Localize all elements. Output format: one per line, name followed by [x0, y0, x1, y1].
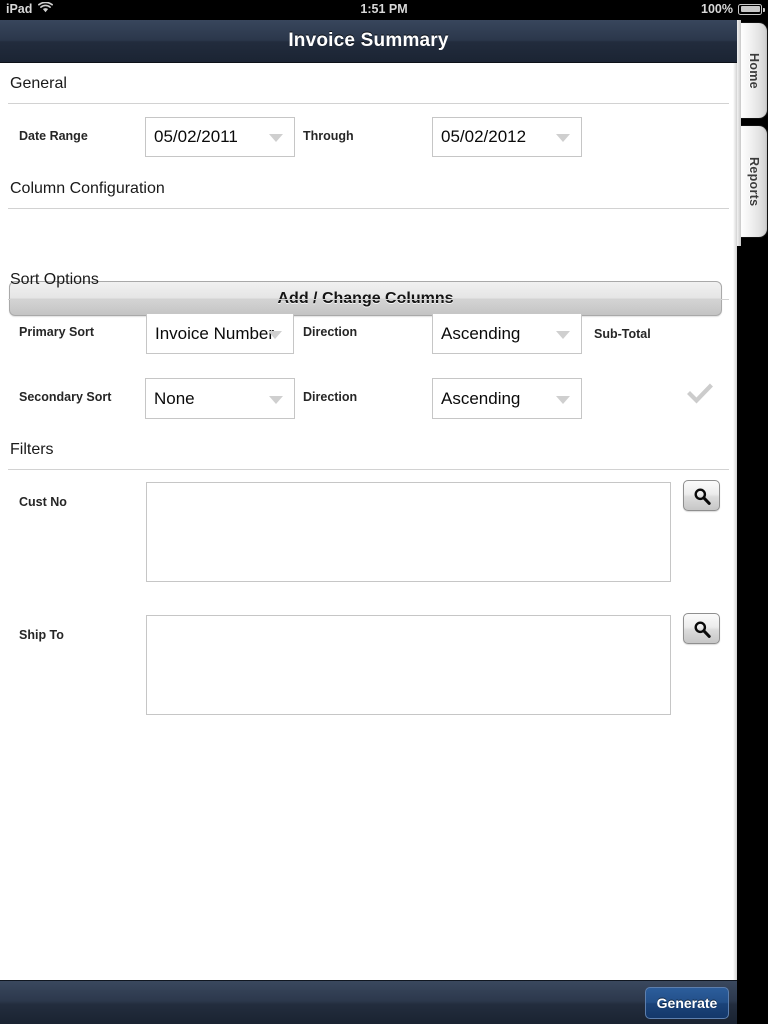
through-label: Through: [303, 129, 354, 143]
sidebar-item-home-label: Home: [747, 52, 761, 89]
secondary-direction-label: Direction: [303, 390, 358, 404]
cust-no-input[interactable]: [146, 482, 671, 582]
date-to-dropdown[interactable]: 05/02/2012: [432, 117, 582, 157]
search-icon: [694, 621, 711, 638]
side-tab-strip: Home Reports: [737, 20, 768, 1024]
chevron-down-icon: [268, 330, 282, 339]
primary-sort-value: Invoice Number: [155, 323, 275, 343]
date-range-label: Date Range: [19, 129, 88, 143]
primary-sort-label: Primary Sort: [19, 325, 95, 339]
ipad-screen: iPad 1:51 PM 100% Invoice Summary Home R…: [0, 0, 768, 1024]
ship-to-search-button[interactable]: [683, 613, 720, 644]
sub-total-checkmark-toggle[interactable]: [687, 381, 713, 407]
search-icon: [694, 488, 711, 505]
sub-total-label: Sub-Total: [594, 327, 651, 341]
date-to-value: 05/02/2012: [441, 127, 527, 146]
sidebar-item-reports[interactable]: Reports: [741, 125, 768, 238]
status-bar: iPad 1:51 PM 100%: [0, 0, 768, 20]
chevron-down-icon: [556, 395, 570, 404]
chevron-down-icon: [269, 395, 283, 404]
section-header-filters: Filters: [10, 441, 54, 458]
status-bar-clock: 1:51 PM: [360, 2, 408, 16]
ship-to-input[interactable]: [146, 615, 671, 715]
secondary-sort-value: None: [154, 388, 195, 408]
sidebar-item-reports-label: Reports: [747, 156, 761, 207]
section-divider: [8, 208, 729, 209]
primary-sort-dropdown[interactable]: Invoice Number: [146, 313, 294, 354]
section-divider: [8, 469, 729, 470]
generate-button[interactable]: Generate: [645, 987, 729, 1019]
battery-full-icon: [738, 3, 765, 15]
section-header-sort-options: Sort Options: [10, 271, 99, 288]
status-bar-right: 100%: [701, 2, 765, 16]
page-title: Invoice Summary: [288, 30, 449, 51]
primary-direction-label: Direction: [303, 325, 358, 339]
chevron-down-icon: [556, 330, 570, 339]
cust-no-search-button[interactable]: [683, 480, 720, 511]
section-header-column-configuration: Column Configuration: [10, 180, 165, 197]
section-divider: [8, 299, 729, 300]
ship-to-label: Ship To: [19, 628, 64, 642]
bottom-toolbar: Generate: [0, 980, 737, 1024]
generate-button-label: Generate: [656, 995, 718, 1011]
sidebar-item-home[interactable]: Home: [741, 22, 768, 119]
secondary-sort-label: Secondary Sort: [19, 390, 112, 404]
chevron-down-icon: [269, 134, 283, 142]
chevron-down-icon: [556, 134, 570, 142]
primary-direction-value: Ascending: [441, 323, 521, 343]
date-from-dropdown[interactable]: 05/02/2011: [145, 117, 295, 157]
secondary-sort-dropdown[interactable]: None: [145, 378, 295, 419]
navigation-bar: Invoice Summary: [0, 20, 737, 63]
primary-direction-dropdown[interactable]: Ascending: [432, 313, 582, 354]
date-from-value: 05/02/2011: [154, 127, 238, 146]
cust-no-label: Cust No: [19, 495, 67, 509]
secondary-direction-value: Ascending: [441, 388, 521, 408]
form-panel: General Date Range 05/02/2011 Through 05…: [0, 63, 737, 980]
section-header-general: General: [10, 75, 67, 92]
battery-percent-label: 100%: [701, 2, 733, 16]
section-divider: [8, 103, 729, 104]
checkmark-icon: [687, 383, 713, 404]
secondary-direction-dropdown[interactable]: Ascending: [432, 378, 582, 419]
